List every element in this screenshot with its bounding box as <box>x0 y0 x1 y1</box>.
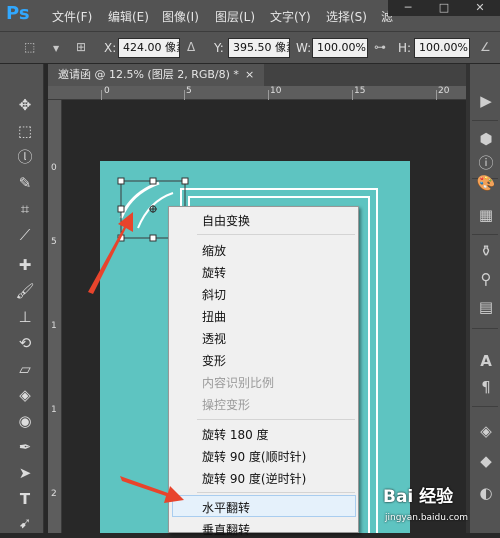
ruler-number: 1 <box>51 405 57 415</box>
menu-item-perspective[interactable]: 透视 <box>202 330 226 347</box>
menu-image[interactable]: 图像(I) <box>162 8 199 25</box>
brushes-icon[interactable]: ⚱ <box>475 240 497 262</box>
y-position-field[interactable]: 395.50 像素 <box>228 38 290 58</box>
ruler-number: 0 <box>104 86 110 96</box>
baidu-watermark: Bai 经验 jingyan.baidu.com <box>383 482 498 532</box>
menu-item-rotate-90-ccw[interactable]: 旋转 90 度(逆时针) <box>202 470 306 487</box>
transform-handle <box>181 177 189 185</box>
delta-icon[interactable]: Δ <box>187 40 195 54</box>
reference-point-icon[interactable]: ⊞ <box>76 40 86 54</box>
document-tab-title: 邀请函 @ 12.5% (图层 2, RGB/8) * <box>58 68 239 81</box>
transform-context-menu: 自由变换 缩放 旋转 斜切 扭曲 透视 变形 内容识别比例 操控变形 旋转 18… <box>168 206 359 537</box>
info-icon[interactable]: ⓘ <box>475 152 497 174</box>
restore-button[interactable]: □ <box>426 0 462 16</box>
vertical-ruler: 0 5 1 1 2 <box>48 100 62 533</box>
x-label: X: <box>104 41 117 55</box>
stamp-icon[interactable]: ⊥ <box>14 306 36 328</box>
play-icon[interactable]: ▶ <box>475 90 497 112</box>
dodge-icon[interactable]: ◉ <box>14 410 36 432</box>
menu-item-distort[interactable]: 扭曲 <box>202 308 226 325</box>
options-bar: ⬚ ▼ ⊞ X: 424.00 像素 Δ Y: 395.50 像素 W: 100… <box>0 31 500 63</box>
ruler-number: 2 <box>51 489 57 499</box>
transform-handle <box>117 234 125 242</box>
history-brush-icon[interactable]: ⟲ <box>14 332 36 354</box>
right-panel-dock: ▶ ⬢ ⓘ 🎨 ▦ ⚱ ⚲ ▤ A ¶ ◈ ◆ ◐ <box>470 64 500 533</box>
lasso-icon[interactable]: ⓛ <box>14 146 36 168</box>
palette-icon[interactable]: 🎨 <box>475 172 497 194</box>
quick-select-icon[interactable]: ✎ <box>14 172 36 194</box>
eraser-icon[interactable]: ▱ <box>14 358 36 380</box>
menu-item-rotate-90-cw[interactable]: 旋转 90 度(顺时针) <box>202 448 306 465</box>
y-label: Y: <box>214 41 224 55</box>
menu-item-flip-horizontal[interactable]: 水平翻转 <box>202 499 250 516</box>
angle-icon[interactable]: ∠ <box>480 40 491 54</box>
character-icon[interactable]: A <box>475 350 497 372</box>
transform-handle <box>149 234 157 242</box>
tab-close-icon[interactable]: × <box>245 64 254 86</box>
marquee-icon[interactable]: ⬚ <box>14 120 36 142</box>
document-tab-bar: 邀请函 @ 12.5% (图层 2, RGB/8) * × <box>48 64 466 86</box>
paragraph-icon[interactable]: ¶ <box>475 376 497 398</box>
ruler-number: 5 <box>51 237 57 247</box>
menu-layer[interactable]: 图层(L) <box>215 8 255 25</box>
chevron-down-icon[interactable]: ▼ <box>53 44 59 53</box>
ruler-number: 5 <box>186 86 192 96</box>
photoshop-logo: Ps <box>6 3 30 24</box>
menu-item-flip-vertical[interactable]: 垂直翻转 <box>202 521 250 538</box>
w-label: W: <box>296 41 312 55</box>
crop-icon[interactable]: ⌗ <box>14 198 36 220</box>
menu-item-puppet-warp: 操控变形 <box>202 398 251 412</box>
transform-handle <box>117 177 125 185</box>
menu-item-skew[interactable]: 斜切 <box>202 286 226 303</box>
healing-icon[interactable]: ✚ <box>14 254 36 276</box>
menu-item-scale[interactable]: 缩放 <box>202 242 226 259</box>
cube-icon[interactable]: ⬢ <box>475 128 497 150</box>
layers-icon[interactable]: ◆ <box>475 450 497 472</box>
brush-icon[interactable]: 🖌 <box>14 280 36 302</box>
watermark-url: jingyan.baidu.com <box>385 513 469 523</box>
close-button[interactable]: ✕ <box>462 0 498 16</box>
swatches-icon[interactable]: ▦ <box>475 204 497 226</box>
menu-item-rotate-180[interactable]: 旋转 180 度 <box>202 426 269 443</box>
ruler-number: 10 <box>270 86 282 96</box>
menu-item-rotate[interactable]: 旋转 <box>202 264 226 281</box>
menu-edit[interactable]: 编辑(E) <box>108 8 149 25</box>
horizontal-ruler: 0 5 10 15 20 <box>48 86 466 100</box>
transform-tool-icon[interactable]: ⬚ <box>24 40 35 54</box>
move-icon[interactable]: ✥ <box>14 94 36 116</box>
ruler-number: 0 <box>51 163 57 173</box>
menu-file[interactable]: 文件(F) <box>52 8 92 25</box>
menu-item-content-aware-scale: 内容识别比例 <box>202 376 275 390</box>
ruler-number: 20 <box>438 86 450 96</box>
document-tab[interactable]: 邀请函 @ 12.5% (图层 2, RGB/8) * × <box>48 64 264 86</box>
x-position-field[interactable]: 424.00 像素 <box>118 38 180 58</box>
type-icon[interactable]: T <box>14 488 36 510</box>
adjust-icon[interactable]: ⚲ <box>475 268 497 290</box>
height-field[interactable]: 100.00% <box>414 38 470 58</box>
paint-bucket-icon[interactable]: ◈ <box>14 384 36 406</box>
transform-handle <box>117 205 125 213</box>
ruler-number: 15 <box>354 86 366 96</box>
direct-select-icon[interactable]: ➹ <box>14 512 36 534</box>
menu-item-free-transform[interactable]: 自由变换 <box>202 212 250 229</box>
transform-handle <box>149 177 157 185</box>
width-field[interactable]: 100.00% <box>312 38 368 58</box>
window-controls: ─ □ ✕ <box>388 0 500 16</box>
menu-bar: Ps 文件(F) 编辑(E) 图像(I) 图层(L) 文字(Y) 选择(S) 滤… <box>0 0 500 31</box>
watermark-logo-text: Bai 经验 <box>383 487 454 507</box>
link-icon[interactable]: ⊶ <box>374 40 386 54</box>
tools-panel: ✥ ⬚ ⓛ ✎ ⌗ ⟋ ✚ 🖌 ⊥ ⟲ ▱ ◈ ◉ ✒ ➤ T ➹ <box>0 64 44 533</box>
menu-item-highlight <box>172 495 356 517</box>
eyedropper-icon[interactable]: ⟋ <box>14 224 36 246</box>
menu-type[interactable]: 文字(Y) <box>270 8 311 25</box>
path-select-icon[interactable]: ➤ <box>14 462 36 484</box>
menu-select[interactable]: 选择(S) <box>326 8 367 25</box>
stack-icon[interactable]: ▤ <box>475 296 497 318</box>
minimize-button[interactable]: ─ <box>390 0 426 16</box>
h-label: H: <box>398 41 412 55</box>
ruler-number: 1 <box>51 321 57 331</box>
pen-icon[interactable]: ✒ <box>14 436 36 458</box>
menu-item-warp[interactable]: 变形 <box>202 352 226 369</box>
3d-icon[interactable]: ◈ <box>475 420 497 442</box>
